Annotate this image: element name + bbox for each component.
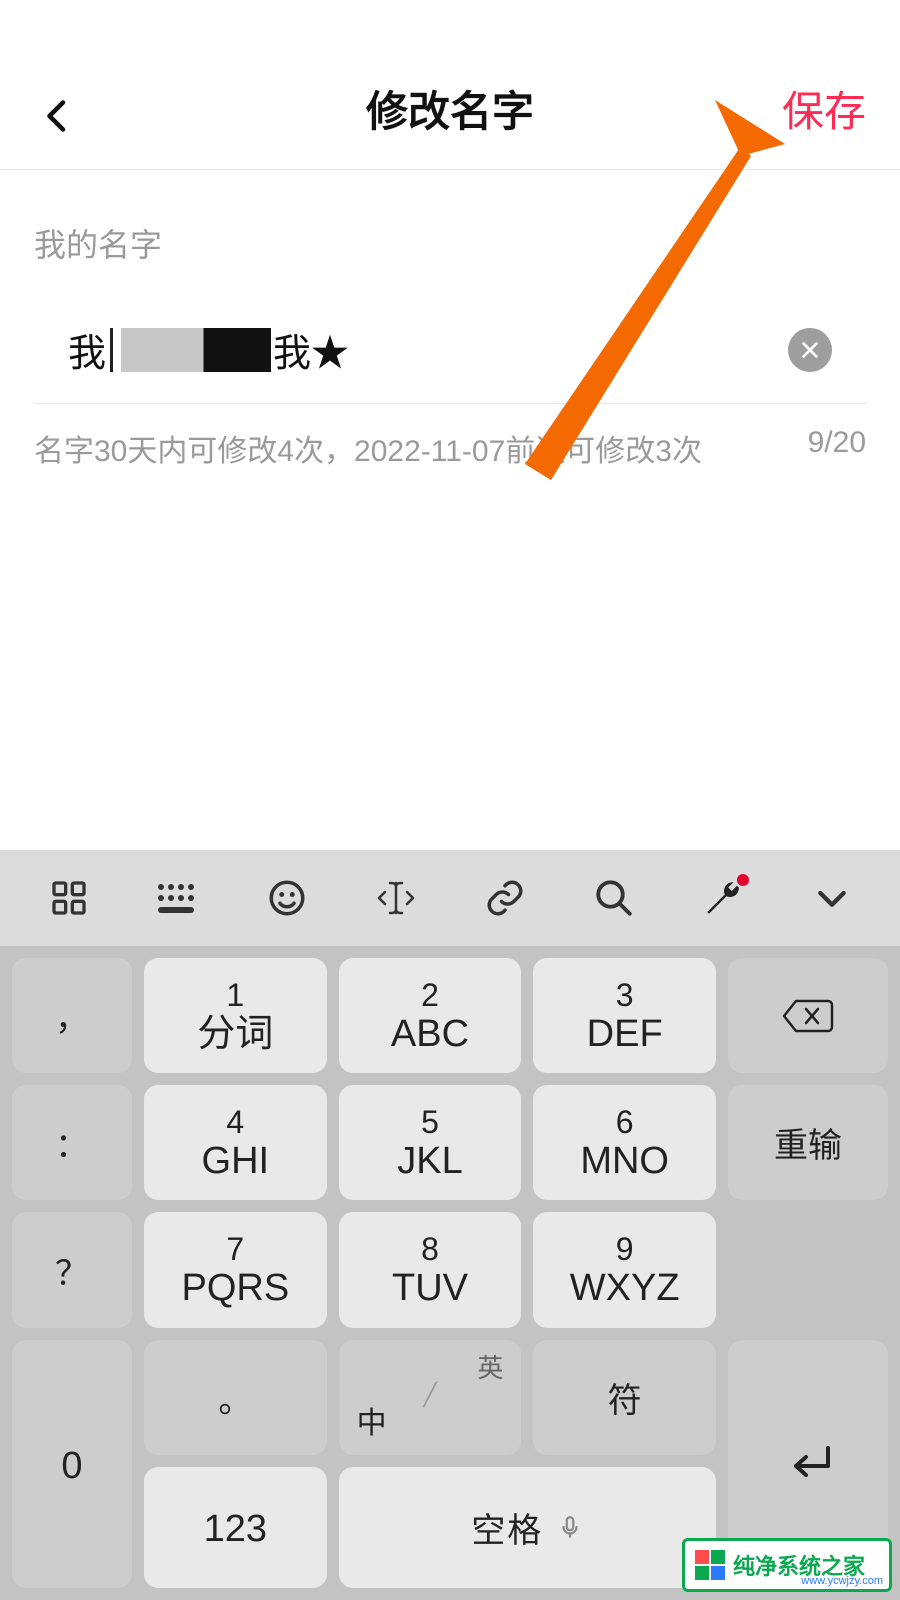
key-period[interactable]: 。: [144, 1340, 327, 1455]
key-space[interactable]: 空格: [339, 1467, 716, 1588]
text-caret: [110, 328, 113, 372]
key-8[interactable]: 8TUV: [339, 1212, 522, 1327]
kb-collapse-button[interactable]: [802, 868, 862, 928]
key-2[interactable]: 2ABC: [339, 958, 522, 1073]
key-6[interactable]: 6MNO: [533, 1085, 716, 1200]
key-lang[interactable]: 英 ╱ 中: [339, 1340, 522, 1455]
kb-settings-button[interactable]: [693, 868, 753, 928]
key-colon[interactable]: ：: [12, 1085, 132, 1200]
kb-cursor-button[interactable]: [366, 868, 426, 928]
kb-clipboard-button[interactable]: [475, 868, 535, 928]
value-prefix: 我: [68, 322, 106, 377]
page-title: 修改名字: [0, 78, 900, 139]
backspace-icon: [782, 997, 834, 1035]
chevron-down-icon: [812, 878, 852, 918]
hint-text: 名字30天内可修改4次，2022-11-07前还可修改3次: [34, 426, 702, 470]
keyboard: ， 1分词 2ABC 3DEF ： 4GHI 5JKL 6MNO 重输 ？ 7P…: [0, 850, 900, 1600]
redacted-text: [121, 328, 271, 372]
section-label: 我的名字: [0, 170, 900, 266]
header: 修改名字 保存: [0, 0, 900, 170]
key-backspace[interactable]: [728, 958, 888, 1073]
key-zero[interactable]: 0: [12, 1340, 132, 1588]
link-icon: [484, 877, 526, 919]
search-icon: [593, 877, 635, 919]
mic-icon: [557, 1512, 583, 1542]
key-3[interactable]: 3DEF: [533, 958, 716, 1073]
char-counter: 9/20: [808, 426, 866, 470]
kb-emoji-button[interactable]: [257, 868, 317, 928]
keyboard-grid: ， 1分词 2ABC 3DEF ： 4GHI 5JKL 6MNO 重输 ？ 7P…: [0, 946, 900, 1600]
kb-apps-button[interactable]: [39, 868, 99, 928]
key-comma[interactable]: ，: [12, 958, 132, 1073]
key-1[interactable]: 1分词: [144, 958, 327, 1073]
value-suffix: 我★: [273, 322, 349, 377]
clear-button[interactable]: [788, 328, 832, 372]
enter-icon: [780, 1440, 836, 1488]
name-input-row[interactable]: 我 我★: [34, 266, 866, 404]
kb-layout-button[interactable]: [148, 868, 208, 928]
close-icon: [799, 339, 821, 361]
key-redo[interactable]: 重输: [728, 1085, 888, 1200]
watermark-logo-icon: [695, 1550, 725, 1580]
key-symbols[interactable]: 符: [533, 1340, 716, 1455]
key-5[interactable]: 5JKL: [339, 1085, 522, 1200]
name-input[interactable]: 我 我★: [68, 322, 349, 377]
keyboard-icon: [156, 882, 200, 914]
kb-search-button[interactable]: [584, 868, 644, 928]
key-7[interactable]: 7PQRS: [144, 1212, 327, 1327]
key-4[interactable]: 4GHI: [144, 1085, 327, 1200]
keyboard-toolbar: [0, 850, 900, 946]
key-9[interactable]: 9WXYZ: [533, 1212, 716, 1327]
back-button[interactable]: [34, 93, 80, 139]
key-num-mode[interactable]: 123: [144, 1467, 327, 1588]
grid-icon: [49, 878, 89, 918]
save-button[interactable]: 保存: [782, 78, 866, 139]
watermark-url: www.ycwjzy.com: [801, 1575, 883, 1587]
chevron-left-icon: [39, 98, 75, 134]
text-cursor-icon: [373, 877, 419, 919]
key-question[interactable]: ？: [12, 1212, 132, 1327]
watermark: 纯净系统之家 www.ycwjzy.com: [682, 1538, 892, 1592]
hint-row: 名字30天内可修改4次，2022-11-07前还可修改3次 9/20: [0, 404, 900, 470]
smile-icon: [266, 877, 308, 919]
notification-dot-icon: [737, 874, 749, 886]
